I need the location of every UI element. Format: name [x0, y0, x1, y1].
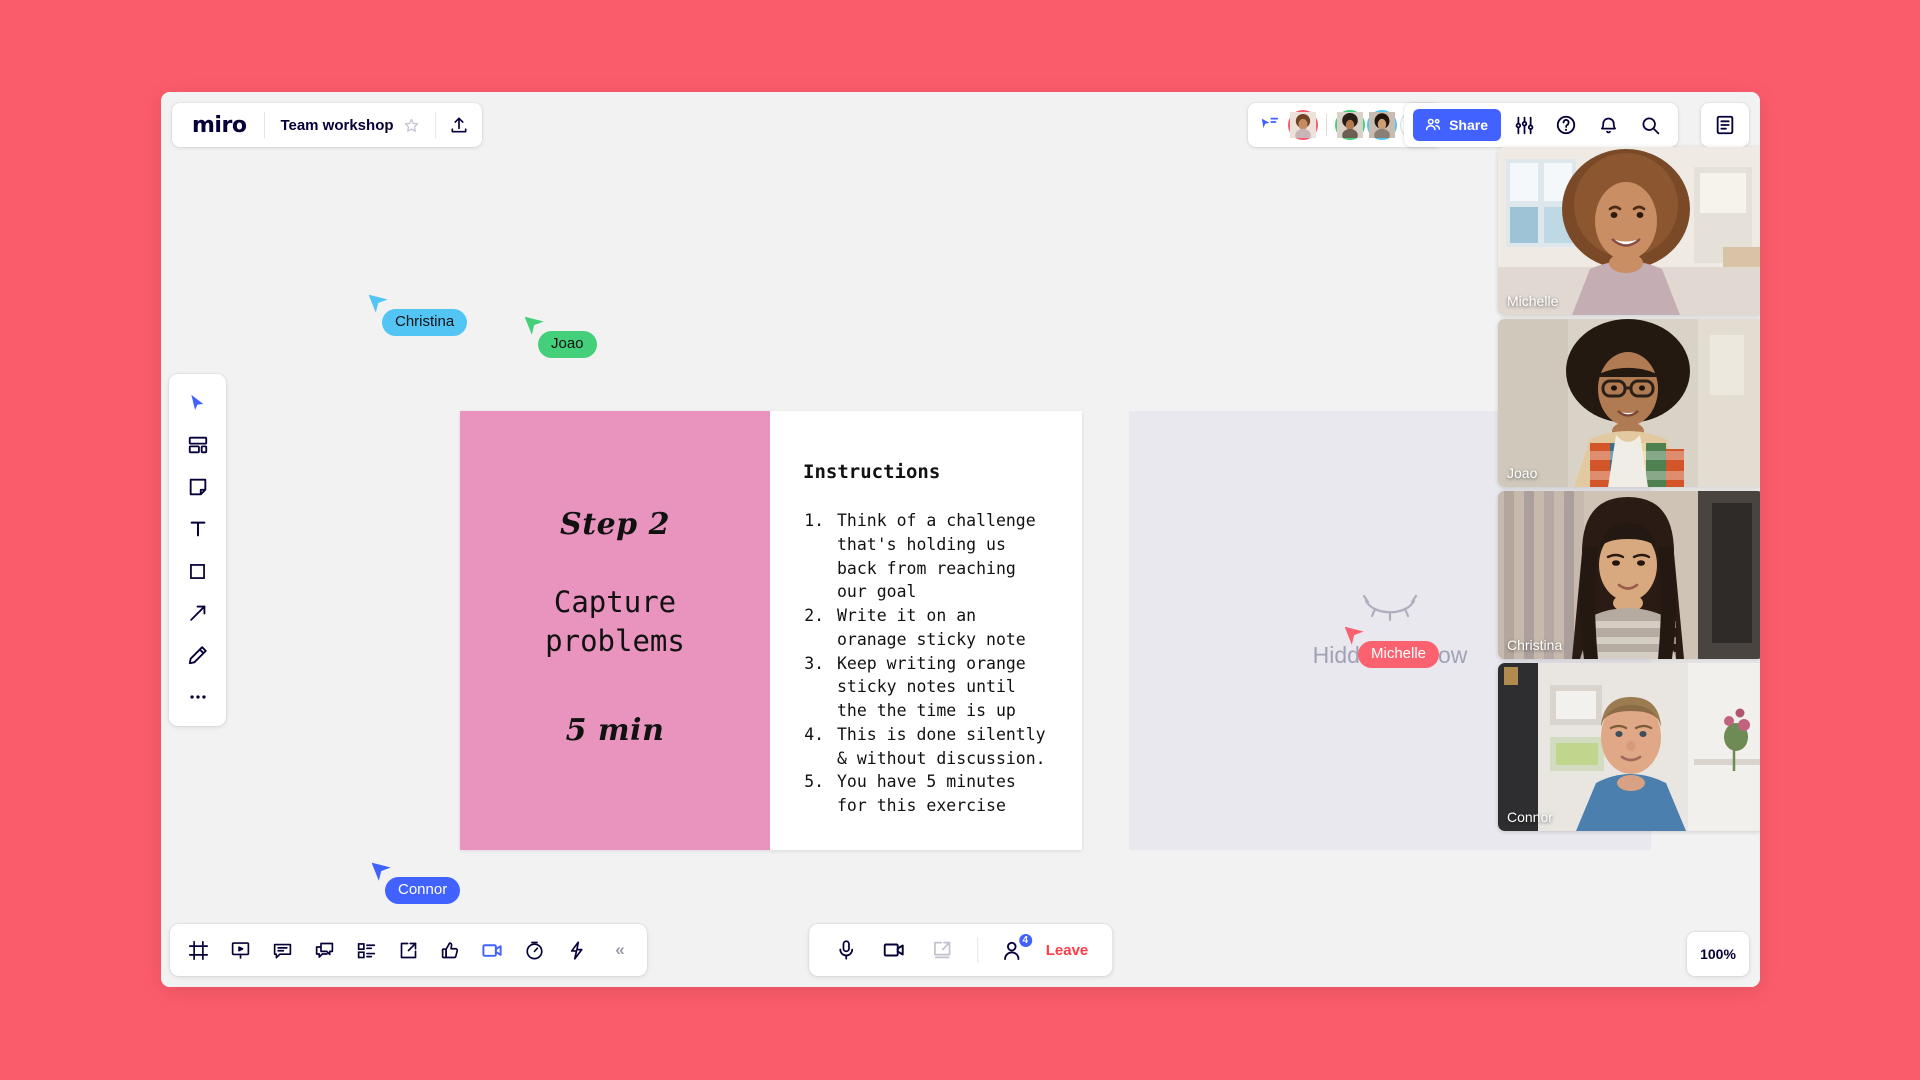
- miro-app-window: Step 2 Capture problems 5 min Instructio…: [161, 92, 1760, 987]
- pen-tool[interactable]: [177, 635, 218, 675]
- participants-count-badge: 4: [1016, 932, 1034, 949]
- cursor-label: Joao: [538, 331, 597, 358]
- instruction-item: Keep writing orange sticky notes until t…: [834, 652, 1048, 723]
- instructions-heading: Instructions: [803, 461, 941, 483]
- instructions-list: Think of a challenge that's holding us b…: [803, 509, 1048, 818]
- frames-icon[interactable]: [178, 930, 219, 970]
- chat-icon[interactable]: [304, 930, 345, 970]
- cursor-arrow-icon: [369, 292, 389, 314]
- step-card-duration: 5 min: [565, 712, 665, 748]
- video-tile-connor[interactable]: Connor: [1498, 663, 1760, 831]
- tasks-list-icon[interactable]: [346, 930, 387, 970]
- cursor-arrow-icon: [525, 314, 545, 336]
- comment-icon[interactable]: [262, 930, 303, 970]
- instruction-item: Write it on an oranage sticky note: [834, 604, 1048, 652]
- voting-icon[interactable]: [556, 930, 597, 970]
- video-participants-panel: Michelle Joao Christina Connor: [1498, 147, 1760, 831]
- camera-icon[interactable]: [873, 930, 915, 970]
- header-bar: [161, 92, 1760, 150]
- video-tile-michelle[interactable]: Michelle: [1498, 147, 1760, 315]
- text-tool[interactable]: [177, 509, 218, 549]
- cursor-arrow-icon: [1345, 624, 1365, 646]
- left-toolbar: [169, 374, 226, 726]
- video-tile-name: Michelle: [1507, 293, 1559, 309]
- step-card-pink-panel: Step 2 Capture problems 5 min: [460, 411, 770, 850]
- participants-button[interactable]: 4: [992, 930, 1034, 970]
- instructions-panel: Instructions Think of a challenge that's…: [770, 411, 1082, 850]
- zoom-level-indicator[interactable]: 100%: [1687, 932, 1749, 976]
- templates-tool[interactable]: [177, 425, 218, 465]
- step-card-title: Capture problems: [545, 583, 685, 660]
- instruction-item: This is done silently & without discussi…: [834, 723, 1048, 771]
- video-tile-christina[interactable]: Christina: [1498, 491, 1760, 659]
- closed-eye-icon: [1361, 592, 1419, 624]
- leave-call-button[interactable]: Leave: [1040, 942, 1097, 959]
- more-tools[interactable]: [177, 677, 218, 717]
- video-tile-name: Joao: [1507, 465, 1538, 481]
- shape-tool[interactable]: [177, 551, 218, 591]
- cursor-arrow-icon: [372, 860, 392, 882]
- instruction-item: You have 5 minutes for this exercise: [834, 770, 1048, 818]
- cursor-label: Christina: [382, 309, 468, 336]
- video-chat-icon[interactable]: [472, 930, 513, 970]
- bottom-left-toolbar: «: [170, 924, 647, 976]
- instruction-item: Think of a challenge that's holding us b…: [834, 509, 1048, 604]
- sticky-note-tool[interactable]: [177, 467, 218, 507]
- video-tile-name: Connor: [1507, 809, 1553, 825]
- export-icon[interactable]: [388, 930, 429, 970]
- cursor-label: Connor: [385, 877, 461, 904]
- video-call-bar: 4 Leave: [808, 924, 1113, 976]
- select-cursor-tool[interactable]: [177, 383, 218, 423]
- step-2-frame[interactable]: Step 2 Capture problems 5 min Instructio…: [460, 411, 1082, 850]
- step-label: Step 2: [560, 507, 670, 543]
- arrow-tool[interactable]: [177, 593, 218, 633]
- video-tile-joao[interactable]: Joao: [1498, 319, 1760, 487]
- thumbs-up-icon[interactable]: [430, 930, 471, 970]
- video-tile-name: Christina: [1507, 637, 1563, 653]
- presentation-icon[interactable]: [220, 930, 261, 970]
- timer-icon[interactable]: [514, 930, 555, 970]
- step-card-title-line2: problems: [545, 624, 685, 658]
- divider: [976, 937, 978, 963]
- screen-share-icon[interactable]: [921, 930, 963, 970]
- step-card-title-line1: Capture: [553, 585, 677, 620]
- microphone-icon[interactable]: [825, 930, 867, 970]
- cursor-label: Michelle: [1358, 641, 1440, 668]
- collapse-toolbar-button[interactable]: «: [598, 930, 639, 970]
